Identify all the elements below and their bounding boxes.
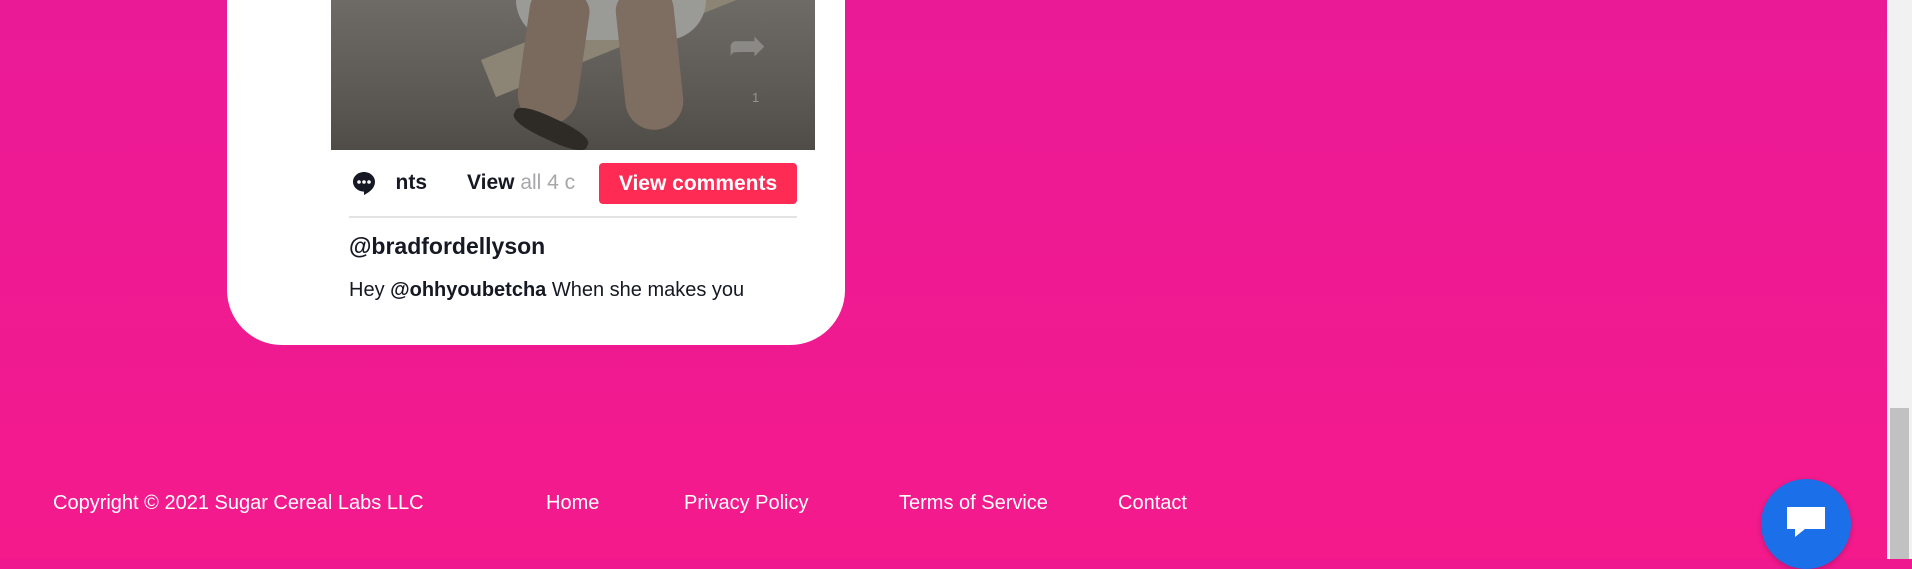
comment-body: Hey @ohhyoubetcha When she makes you	[349, 275, 799, 308]
comment-rest: When she makes you	[546, 279, 745, 301]
comments-tab-label[interactable]: nts	[387, 171, 428, 195]
comment-prefix: Hey	[349, 279, 391, 301]
share-count: 1	[752, 90, 760, 105]
scrollbar-thumb[interactable]	[1890, 408, 1909, 559]
comment-bubble-icon[interactable]	[351, 170, 377, 196]
share-arrow-icon[interactable]: ➦	[728, 22, 767, 68]
footer-link-privacy-policy[interactable]: Privacy Policy	[684, 492, 808, 515]
comment-mention[interactable]: @ohhyoubetcha	[390, 279, 546, 301]
footer-link-contact[interactable]: Contact	[1118, 492, 1187, 515]
footer-link-home[interactable]: Home	[546, 492, 599, 515]
view-all-fade-text: all 4 c	[514, 171, 576, 194]
comment-username[interactable]: @bradfordellyson	[349, 233, 545, 260]
view-all-strong-text: View	[467, 171, 515, 194]
footer-copyright: Copyright © 2021 Sugar Cereal Labs LLC	[53, 492, 424, 514]
view-all-comments-link[interactable]: View all 4 c	[467, 171, 602, 195]
chat-widget-button[interactable]	[1761, 479, 1851, 569]
footer-link-terms-of-service[interactable]: Terms of Service	[899, 492, 1048, 515]
view-comments-button[interactable]: View comments	[599, 163, 797, 204]
chat-bubble-icon	[1787, 507, 1825, 537]
